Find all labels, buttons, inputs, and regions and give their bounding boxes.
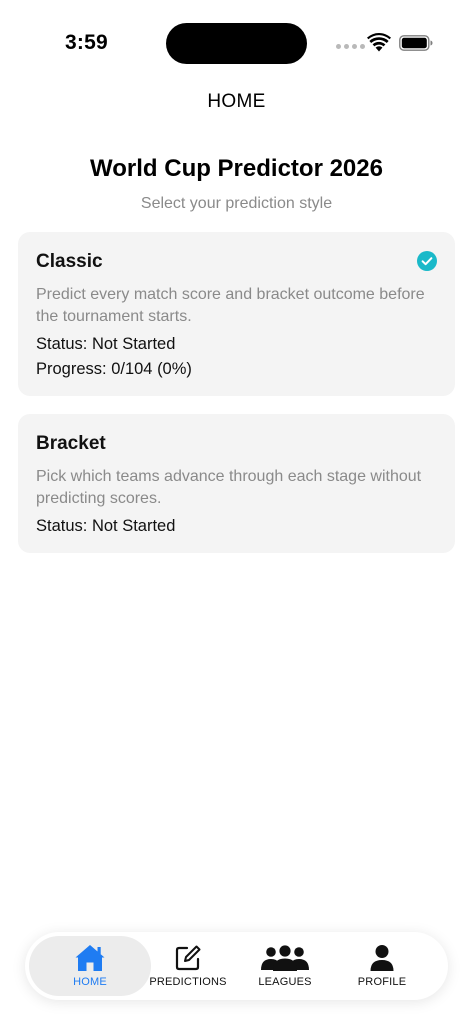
tab-label: PREDICTIONS	[149, 976, 227, 988]
status-bar: 3:59	[0, 0, 473, 86]
tab-label: LEAGUES	[258, 976, 312, 988]
page-title: World Cup Predictor 2026	[90, 155, 383, 182]
nav-title: HOME	[207, 91, 266, 112]
tab-bar: HOME PREDICTIONS LEAGUES PROFILE	[25, 932, 448, 1000]
bracket-style-card[interactable]: Bracket Pick which teams advance through…	[18, 414, 455, 553]
house-icon	[75, 945, 105, 971]
battery-icon	[399, 35, 433, 51]
tab-profile[interactable]: PROFILE	[332, 932, 432, 1000]
wifi-icon	[367, 33, 391, 52]
edit-icon	[175, 945, 201, 971]
card-progress: Progress: 0/104 (0%)	[36, 360, 192, 378]
tab-label: HOME	[73, 976, 107, 988]
card-status: Status: Not Started	[36, 517, 176, 535]
dynamic-island	[166, 23, 307, 64]
card-status: Status: Not Started	[36, 335, 176, 353]
classic-style-card[interactable]: Classic Predict every match score and br…	[18, 232, 455, 396]
status-time: 3:59	[65, 31, 108, 54]
tab-leagues[interactable]: LEAGUES	[235, 932, 335, 1000]
person-icon	[370, 945, 394, 971]
group-icon	[261, 945, 309, 971]
checkmark-circle-icon	[417, 251, 437, 271]
tab-label: PROFILE	[357, 976, 407, 988]
card-description: Pick which teams advance through each st…	[36, 468, 422, 507]
tab-home[interactable]: HOME	[29, 932, 151, 1000]
page-subtitle: Select your prediction style	[140, 195, 333, 212]
tab-predictions[interactable]: PREDICTIONS	[138, 932, 238, 1000]
cellular-signal-icon	[336, 44, 365, 49]
card-description: Predict every match score and bracket ou…	[36, 286, 425, 325]
card-title: Bracket	[36, 433, 106, 454]
card-title: Classic	[36, 251, 103, 272]
